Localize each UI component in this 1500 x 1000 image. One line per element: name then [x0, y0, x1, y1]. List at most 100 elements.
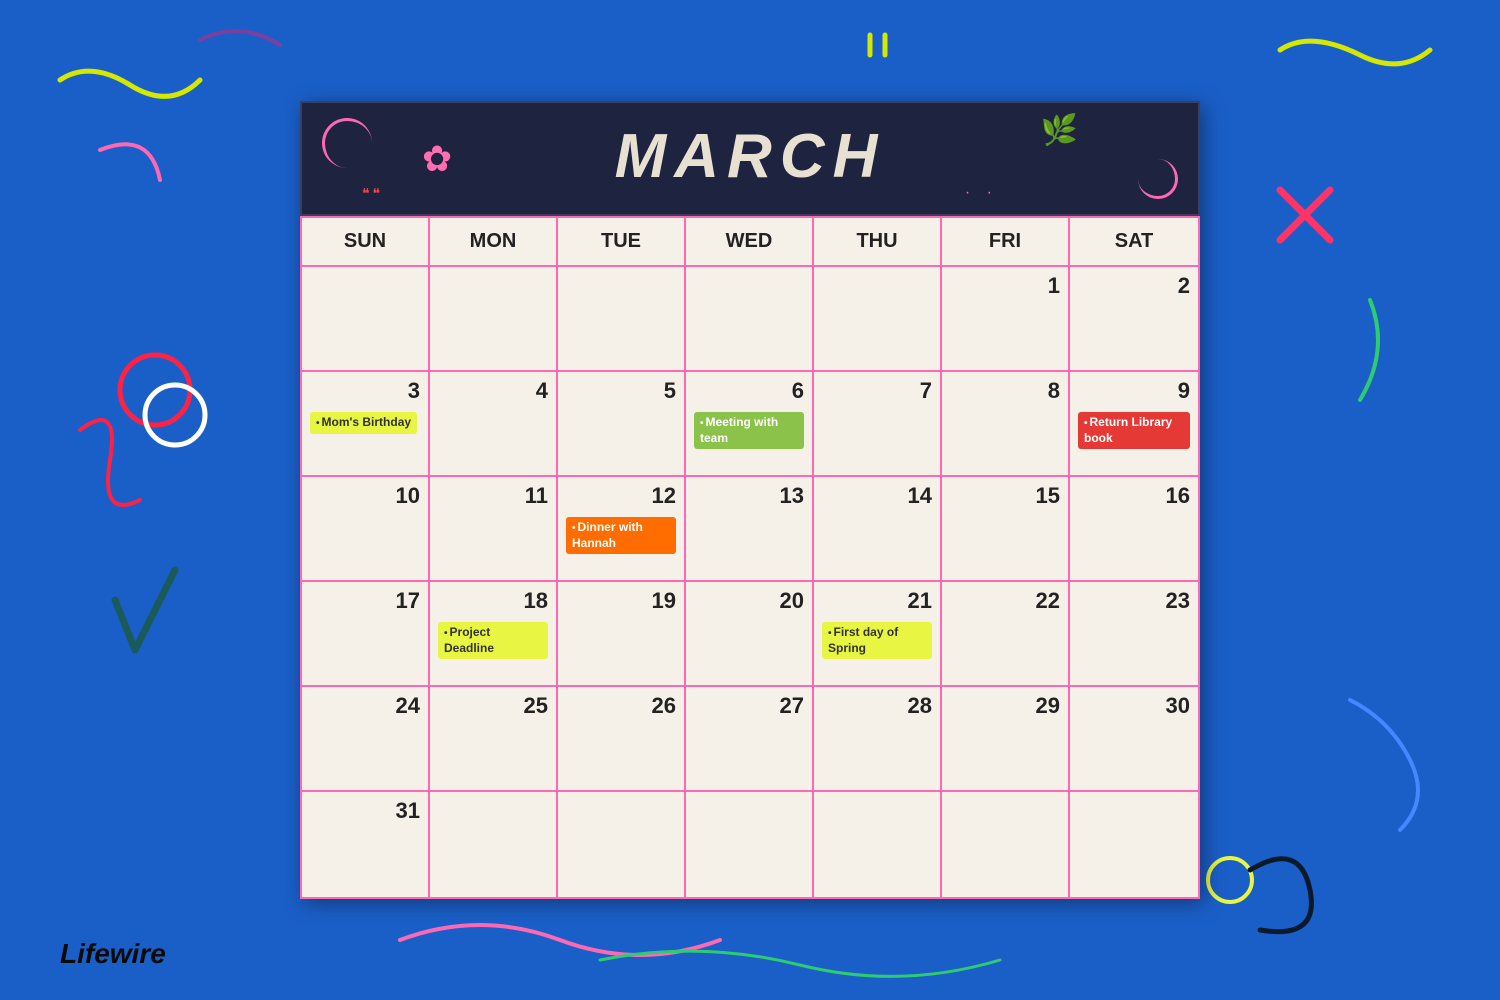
day-header-sat: SAT	[1070, 218, 1198, 265]
week-row-4: 17 18 •Project Deadline 19 20 21 •First day of…	[302, 582, 1198, 687]
day-number: 6	[694, 378, 804, 404]
day-cell: 24	[302, 687, 430, 790]
day-header-sun: SUN	[302, 218, 430, 265]
header-deco-marks: ❝❝	[362, 185, 383, 202]
day-number: 28	[822, 693, 932, 719]
day-cell	[430, 267, 558, 370]
day-cell: 18 •Project Deadline	[430, 582, 558, 685]
day-cell: 2	[1070, 267, 1198, 370]
day-cell	[686, 267, 814, 370]
day-cell: 23	[1070, 582, 1198, 685]
day-cell: 11	[430, 477, 558, 580]
day-cell: 28	[814, 687, 942, 790]
day-number: 31	[310, 798, 420, 824]
calendar-event[interactable]: •Meeting with team	[694, 412, 804, 449]
day-number: 7	[822, 378, 932, 404]
day-cell: 8	[942, 372, 1070, 475]
day-number: 11	[438, 483, 548, 509]
day-header-fri: FRI	[942, 218, 1070, 265]
day-number: 2	[1078, 273, 1190, 299]
day-cell	[302, 267, 430, 370]
day-number: 16	[1078, 483, 1190, 509]
day-cell: 9 •Return Library book	[1070, 372, 1198, 475]
day-number: 30	[1078, 693, 1190, 719]
days-of-week-header: SUNMONTUEWEDTHUFRISAT	[302, 218, 1198, 267]
day-cell	[430, 792, 558, 897]
day-cell	[814, 792, 942, 897]
day-cell: 3 •Mom's Birthday	[302, 372, 430, 475]
day-cell: 15	[942, 477, 1070, 580]
day-number: 9	[1078, 378, 1190, 404]
day-cell: 7	[814, 372, 942, 475]
calendar-event[interactable]: •Dinner with Hannah	[566, 517, 676, 554]
day-cell: 1	[942, 267, 1070, 370]
day-header-tue: TUE	[558, 218, 686, 265]
day-cell: 4	[430, 372, 558, 475]
day-number: 25	[438, 693, 548, 719]
day-cell: 5	[558, 372, 686, 475]
week-row-2: 3 •Mom's Birthday 456 •Meeting with team 789…	[302, 372, 1198, 477]
day-cell	[814, 267, 942, 370]
brand-logo: Lifewire	[60, 938, 166, 970]
day-cell: 21 •First day of Spring	[814, 582, 942, 685]
day-number: 3	[310, 378, 420, 404]
day-number: 27	[694, 693, 804, 719]
day-number: 4	[438, 378, 548, 404]
day-cell: 25	[430, 687, 558, 790]
day-header-mon: MON	[430, 218, 558, 265]
header-tree-icon: 🌿	[1041, 113, 1078, 148]
day-cell: 27	[686, 687, 814, 790]
day-number: 13	[694, 483, 804, 509]
day-cell: 26	[558, 687, 686, 790]
day-cell: 6 •Meeting with team	[686, 372, 814, 475]
day-cell	[558, 792, 686, 897]
day-cell: 13	[686, 477, 814, 580]
day-cell: 31	[302, 792, 430, 897]
month-title: MARCH	[615, 122, 886, 191]
header-flower-icon: ✿	[422, 138, 452, 180]
day-number: 23	[1078, 588, 1190, 614]
day-number: 5	[566, 378, 676, 404]
day-number: 24	[310, 693, 420, 719]
week-row-5: 24 25 26 27 28 29 30	[302, 687, 1198, 792]
day-number: 8	[950, 378, 1060, 404]
day-cell: 30	[1070, 687, 1198, 790]
day-cell: 16	[1070, 477, 1198, 580]
day-cell: 22	[942, 582, 1070, 685]
day-number: 22	[950, 588, 1060, 614]
calendar-event[interactable]: •First day of Spring	[822, 622, 932, 659]
day-number: 18	[438, 588, 548, 614]
day-header-wed: WED	[686, 218, 814, 265]
day-cell: 12 •Dinner with Hannah	[558, 477, 686, 580]
day-cell: 29	[942, 687, 1070, 790]
day-cell: 10	[302, 477, 430, 580]
day-number: 21	[822, 588, 932, 614]
day-cell	[1070, 792, 1198, 897]
week-row-6: 31	[302, 792, 1198, 897]
day-number: 12	[566, 483, 676, 509]
header-accent-left	[322, 118, 372, 168]
day-cell	[686, 792, 814, 897]
day-cell: 19	[558, 582, 686, 685]
day-cell: 14	[814, 477, 942, 580]
day-number: 17	[310, 588, 420, 614]
day-number: 29	[950, 693, 1060, 719]
day-number: 1	[950, 273, 1060, 299]
week-row-3: 10 11 12 •Dinner with Hannah 13 14 15 16	[302, 477, 1198, 582]
day-cell: 17	[302, 582, 430, 685]
day-number: 14	[822, 483, 932, 509]
header-accent-right	[1138, 159, 1178, 199]
calendar-event[interactable]: •Mom's Birthday	[310, 412, 417, 434]
calendar-container: ✿ 🌿 ❝❝ · · MARCH SUNMONTUEWEDTHUFRISAT 1…	[300, 101, 1200, 899]
day-number: 10	[310, 483, 420, 509]
day-cell: 20	[686, 582, 814, 685]
day-cell	[558, 267, 686, 370]
day-number: 15	[950, 483, 1060, 509]
calendar-event[interactable]: •Project Deadline	[438, 622, 548, 659]
calendar-header: ✿ 🌿 ❝❝ · · MARCH	[300, 101, 1200, 216]
day-cell	[942, 792, 1070, 897]
day-number: 20	[694, 588, 804, 614]
weeks-container: 123•Mom's Birthday456•Meeting with team7…	[302, 267, 1198, 897]
calendar-event[interactable]: •Return Library book	[1078, 412, 1190, 449]
day-number: 19	[566, 588, 676, 614]
